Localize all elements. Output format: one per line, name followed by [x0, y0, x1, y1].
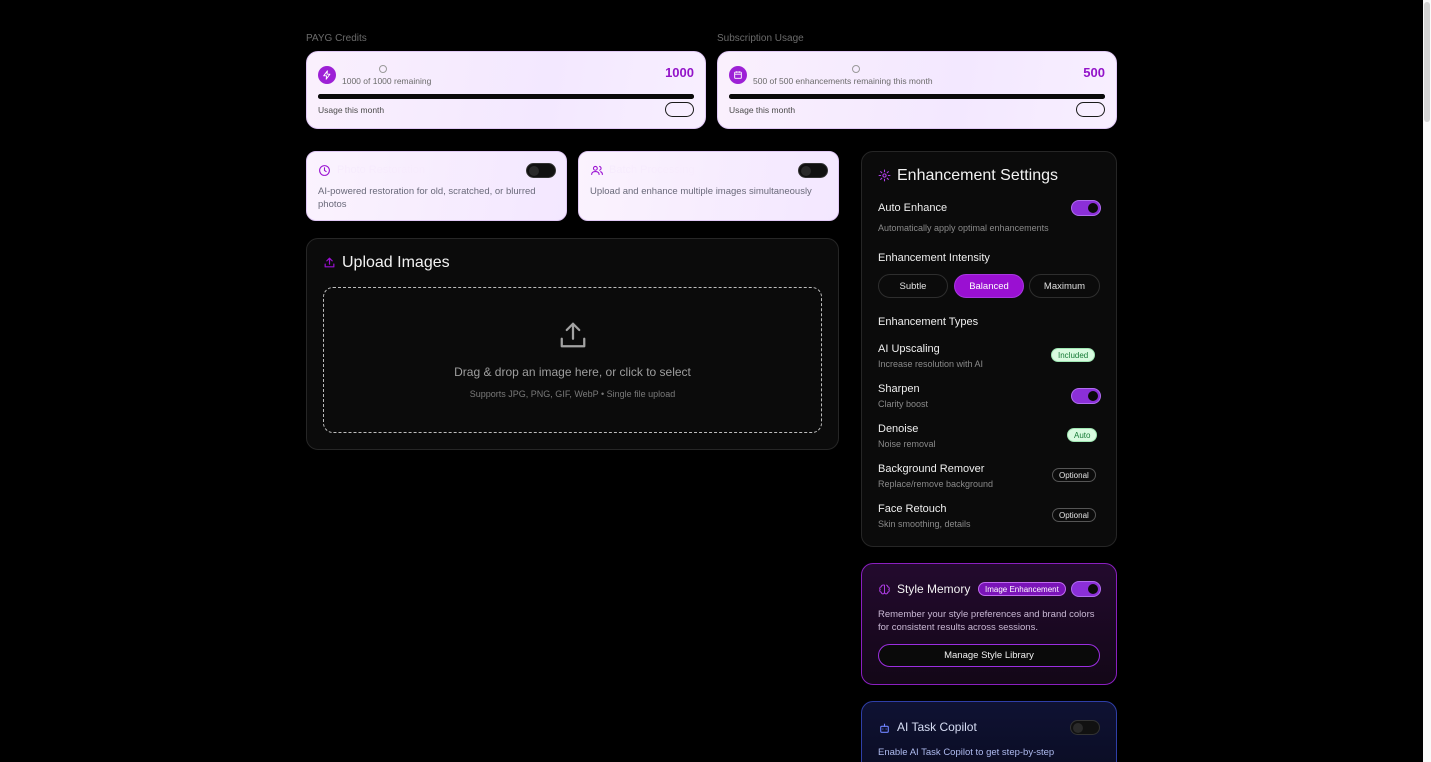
batch-processing-card: Batch Processing Upload and enhance mult… — [578, 151, 839, 221]
subscription-progress-bar — [729, 94, 1105, 99]
photo-restoration-title: Photo Restoration — [337, 164, 426, 176]
subscription-usage-card: 500 of 500 enhancements remaining this m… — [717, 51, 1117, 129]
dropzone-instruction: Drag & drop an image here, or click to s… — [454, 365, 691, 379]
robot-icon — [880, 723, 889, 733]
info-icon[interactable] — [852, 65, 860, 73]
payg-progress-fill — [318, 94, 694, 99]
gear-icon — [878, 169, 891, 182]
payg-credit-value: 1000 — [665, 65, 694, 80]
ai-task-copilot-panel: AI Task Copilot Enable AI Task Copilot t… — [861, 701, 1117, 762]
info-icon[interactable] — [379, 65, 387, 73]
photo-restoration-description: AI-powered restoration for old, scratche… — [318, 186, 536, 210]
auto-enhance-description: Automatically apply optimal enhancements — [878, 223, 1049, 233]
type-name-face-retouch: Face Retouch — [878, 503, 947, 515]
subscription-progress-fill — [729, 94, 1105, 99]
ai-task-copilot-title: AI Task Copilot — [897, 720, 977, 734]
type-name-ai-upscaling: AI Upscaling — [878, 343, 940, 355]
upload-icon — [324, 257, 335, 268]
subscription-usage-text: Usage this month — [729, 105, 796, 115]
enhancement-types-label: Enhancement Types — [878, 316, 979, 328]
payg-credits-card: 1000 of 1000 remaining 1000 Usage this m… — [306, 51, 706, 129]
optional-badge[interactable]: Optional — [1052, 508, 1096, 522]
subscription-remaining-text: 500 of 500 enhancements remaining this m… — [753, 76, 933, 86]
batch-processing-toggle[interactable] — [798, 163, 828, 178]
photo-restoration-card: Photo Restoration AI-powered restoration… — [306, 151, 567, 221]
style-memory-description: Remember your style preferences and bran… — [878, 609, 1095, 633]
type-description-background-remover: Replace/remove background — [878, 479, 994, 489]
ai-task-copilot-toggle[interactable] — [1070, 720, 1100, 735]
optional-badge[interactable]: Optional — [1052, 468, 1096, 482]
upload-images-panel: Upload Images Drag & drop an image here,… — [306, 238, 839, 450]
enhancement-settings-title: Enhancement Settings — [897, 167, 1058, 184]
subscription-value: 500 — [1083, 65, 1105, 80]
type-description-face-retouch: Skin smoothing, details — [878, 519, 971, 529]
auto-enhance-label: Auto Enhance — [878, 202, 948, 214]
payg-remaining-text: 1000 of 1000 remaining — [342, 76, 432, 86]
scrollbar-thumb[interactable] — [1424, 2, 1430, 122]
type-description-sharpen: Clarity boost — [878, 399, 929, 409]
subscription-usage-label: Subscription Usage — [717, 33, 804, 44]
payg-credits-label: PAYG Credits — [306, 33, 367, 44]
payg-usage-text: Usage this month — [318, 105, 385, 115]
subscription-details-button[interactable] — [1076, 102, 1105, 117]
type-name-denoise: Denoise — [878, 423, 919, 435]
calendar-icon — [729, 66, 747, 84]
manage-style-library-button[interactable]: Manage Style Library — [878, 644, 1100, 667]
upload-images-title: Upload Images — [342, 254, 450, 271]
sharpen-toggle[interactable] — [1071, 388, 1101, 404]
batch-processing-title: Batch Processing — [609, 164, 695, 176]
clock-icon — [319, 165, 330, 176]
image-enhancement-badge: Image Enhancement — [978, 582, 1066, 596]
type-description-denoise: Noise removal — [878, 439, 936, 449]
type-name-background-remover: Background Remover — [878, 463, 985, 475]
style-memory-toggle[interactable] — [1071, 581, 1101, 597]
included-badge: Included — [1051, 348, 1096, 362]
enhancement-intensity-label: Enhancement Intensity — [878, 252, 990, 264]
batch-processing-description: Upload and enhance multiple images simul… — [590, 186, 812, 197]
image-dropzone[interactable]: Drag & drop an image here, or click to s… — [323, 287, 822, 433]
payg-progress-bar — [318, 94, 694, 99]
auto-badge: Auto — [1067, 428, 1098, 442]
type-name-sharpen: Sharpen — [878, 383, 920, 395]
type-description-ai-upscaling: Increase resolution with AI — [878, 359, 984, 369]
users-icon — [591, 165, 603, 175]
intensity-option-maximum[interactable]: Maximum — [1029, 274, 1100, 298]
style-memory-panel: Style Memory Image Enhancement Remember … — [861, 563, 1117, 685]
lightning-icon — [318, 66, 336, 84]
page-scrollbar[interactable] — [1423, 0, 1431, 762]
intensity-option-subtle[interactable]: Subtle — [878, 274, 948, 298]
style-memory-title: Style Memory — [897, 582, 971, 596]
ai-task-copilot-description: Enable AI Task Copilot to get step-by-st… — [878, 747, 1055, 758]
payg-details-button[interactable] — [665, 102, 694, 117]
dropzone-supported-formats: Supports JPG, PNG, GIF, WebP • Single fi… — [469, 389, 676, 399]
intensity-option-balanced[interactable]: Balanced — [954, 274, 1024, 298]
brain-icon — [879, 584, 890, 595]
photo-restoration-toggle[interactable] — [526, 163, 556, 178]
auto-enhance-toggle[interactable] — [1071, 200, 1101, 216]
upload-large-icon — [560, 322, 586, 348]
enhancement-settings-panel: Enhancement Settings Auto Enhance Automa… — [861, 151, 1117, 547]
